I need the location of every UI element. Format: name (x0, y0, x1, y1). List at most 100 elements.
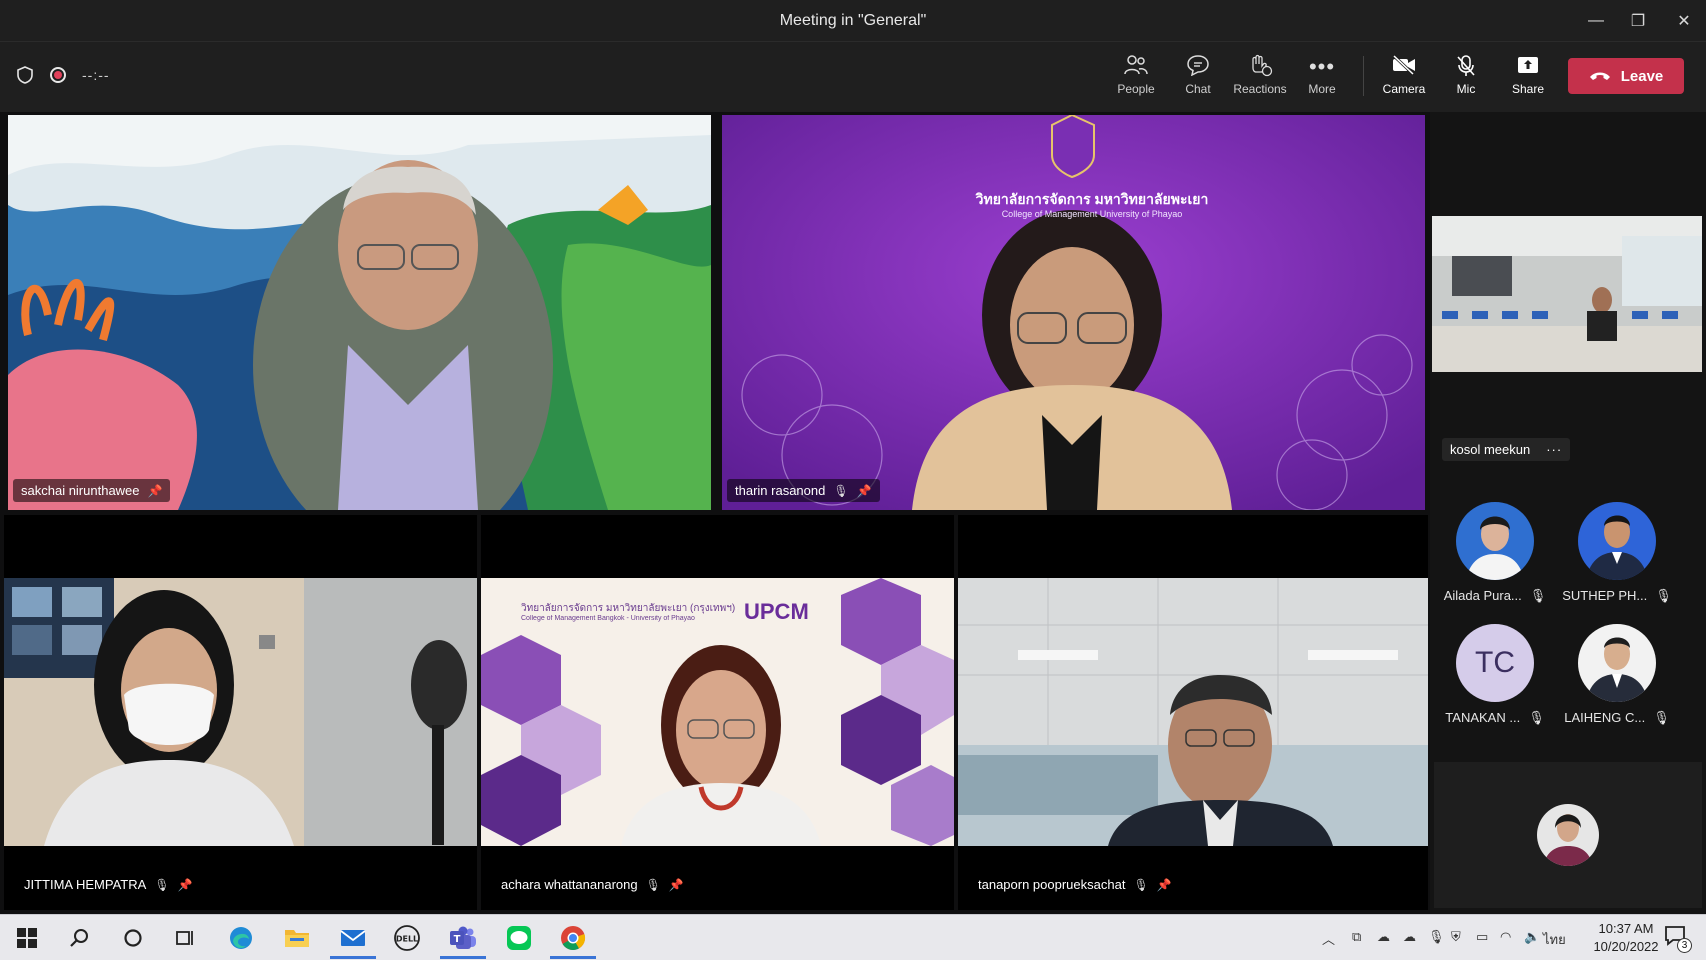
nameplate: sakchai nirunthawee 📌 (13, 479, 171, 502)
video-tile-achara[interactable]: วิทยาลัยการจัดการ มหาวิทยาลัยพะเยา (กรุง… (481, 515, 954, 910)
nameplate: kosol meekun ··· (1442, 438, 1571, 461)
pin-icon[interactable]: 📌 (857, 484, 872, 498)
reactions-button[interactable]: Reactions (1229, 54, 1291, 104)
participant-video (4, 515, 477, 910)
more-options-icon[interactable]: ··· (1546, 442, 1562, 457)
mic-muted-icon: 🎙 (833, 483, 849, 498)
chat-icon (1167, 54, 1229, 80)
mic-muted-icon: 🎙 (1528, 710, 1545, 725)
windows-taskbar: DELL T ︿ ⧉ ☁ ☁ 🎙 ⛨ ▭ ◠ 🔈 ไทย 10:37 AM 10 (0, 914, 1706, 960)
mic-muted-icon: 🎙 (1655, 588, 1672, 603)
phone-hangup-icon (1589, 72, 1610, 80)
pin-icon[interactable]: 📌 (1157, 878, 1172, 892)
roster-item[interactable]: LAIHENG C... 🎙 (1557, 624, 1677, 726)
chat-button[interactable]: Chat (1167, 54, 1229, 104)
roster-item[interactable]: Ailada Pura... 🎙 (1435, 502, 1555, 604)
banner-english-subtitle: College of Management Bangkok - Universi… (521, 615, 695, 622)
tray-meet-now-icon[interactable]: ⧉ (1352, 929, 1361, 945)
tray-overflow-icon[interactable]: ︿ (1322, 929, 1335, 948)
camera-off-icon (1373, 54, 1435, 80)
search-icon[interactable] (64, 923, 94, 953)
participant-video (958, 515, 1428, 910)
avatar (1456, 502, 1534, 580)
security-tray-icon[interactable]: ⛨ (1451, 929, 1461, 945)
line-app-icon[interactable] (504, 923, 534, 953)
share-button[interactable]: Share (1497, 54, 1559, 104)
banner-thai-title: วิทยาลัยการจัดการ มหาวิทยาลัยพะเยา (975, 191, 1209, 207)
task-view-icon[interactable] (170, 923, 200, 953)
onedrive-icon[interactable]: ☁ (1377, 929, 1390, 945)
camera-button[interactable]: Camera (1373, 54, 1435, 104)
share-tray-icon (1497, 54, 1559, 80)
participant-video (722, 115, 1425, 510)
shield-icon (17, 66, 33, 84)
reaction-hand-icon (1229, 54, 1291, 80)
mic-button[interactable]: Mic (1435, 54, 1497, 104)
chrome-icon[interactable] (550, 923, 596, 959)
participant-video (8, 115, 711, 510)
upcm-brand: UPCM (744, 599, 809, 624)
svg-text:DELL: DELL (396, 935, 418, 944)
restore-icon[interactable]: ❐ (1618, 6, 1658, 36)
roster-item[interactable]: SUTHEP PH... 🎙 (1557, 502, 1677, 604)
toolbar-divider (1363, 56, 1364, 96)
people-button[interactable]: People (1105, 54, 1167, 104)
mail-icon[interactable] (330, 923, 376, 959)
window-title: Meeting in "General" (779, 12, 927, 29)
participant-video (481, 515, 954, 910)
participant-video (1432, 216, 1702, 372)
cortana-icon[interactable] (118, 923, 148, 953)
battery-icon[interactable]: ▭ (1476, 929, 1488, 945)
more-dots-icon: ••• (1308, 54, 1336, 79)
video-tile-sakchai[interactable]: sakchai nirunthawee 📌 (8, 115, 711, 510)
banner-thai-title: วิทยาลัยการจัดการ มหาวิทยาลัยพะเยา (กรุง… (521, 603, 736, 614)
clock-time: 10:37 AM (1598, 921, 1654, 936)
pin-icon[interactable]: 📌 (178, 878, 193, 892)
minimize-icon[interactable]: — (1576, 6, 1616, 36)
volume-icon[interactable]: 🔈 (1524, 929, 1540, 945)
teams-icon[interactable]: T (440, 923, 486, 959)
leave-button[interactable]: Leave (1568, 58, 1684, 94)
roster-item[interactable]: TC TANAKAN ... 🎙 (1435, 624, 1555, 726)
windows-start-icon[interactable] (12, 923, 42, 953)
tray-cloud-icon[interactable]: ☁ (1403, 929, 1416, 945)
wifi-icon[interactable]: ◠ (1500, 929, 1511, 945)
more-button[interactable]: ••• More (1291, 54, 1353, 104)
input-language[interactable]: ไทย (1543, 929, 1566, 950)
pin-icon[interactable]: 📌 (148, 484, 163, 498)
notification-count: 3 (1677, 938, 1692, 953)
mic-muted-icon: 🎙 (1133, 877, 1149, 892)
video-tile-tharin[interactable]: วิทยาลัยการจัดการ มหาวิทยาลัยพะเยา Colle… (722, 115, 1425, 510)
avatar (1537, 804, 1599, 866)
video-tile-jittima[interactable]: JITTIMA HEMPATRA 🎙 📌 (4, 515, 477, 910)
close-icon[interactable]: ✕ (1664, 6, 1704, 36)
dell-icon[interactable]: DELL (392, 923, 422, 953)
mic-muted-icon: 🎙 (1653, 710, 1670, 725)
file-explorer-icon[interactable] (282, 923, 312, 953)
pin-icon[interactable]: 📌 (669, 878, 684, 892)
avatar (1578, 624, 1656, 702)
clock[interactable]: 10:37 AM 10/20/2022 (1584, 920, 1668, 956)
meeting-status: --:-- (16, 66, 110, 84)
video-tile-tanaporn[interactable]: tanaporn pooprueksachat 🎙 📌 (958, 515, 1428, 910)
self-view-tile[interactable] (1434, 762, 1702, 908)
video-tile-kosol[interactable] (1432, 216, 1702, 372)
svg-text:T: T (454, 934, 461, 945)
nameplate: tharin rasanond 🎙 📌 (727, 479, 880, 502)
nameplate: tanaporn pooprueksachat 🎙 📌 (978, 877, 1172, 892)
avatar-initials: TC (1456, 624, 1534, 702)
edge-browser-icon[interactable] (226, 923, 256, 953)
mic-tray-icon[interactable]: 🎙 (1428, 929, 1445, 945)
mic-muted-icon: 🎙 (1529, 588, 1547, 603)
nameplate: achara whattananarong 🎙 📌 (501, 877, 684, 892)
notification-center-icon[interactable]: 3 (1660, 921, 1692, 953)
clock-date: 10/20/2022 (1593, 939, 1659, 954)
mic-muted-icon: 🎙 (154, 877, 170, 892)
people-icon (1105, 54, 1167, 80)
mic-muted-icon: 🎙 (645, 877, 661, 892)
nameplate: JITTIMA HEMPATRA 🎙 📌 (24, 877, 193, 892)
title-bar: Meeting in "General" — ❐ ✕ (0, 0, 1706, 42)
teams-meeting-window: Meeting in "General" — ❐ ✕ --:-- People … (0, 0, 1706, 914)
meeting-timer: --:-- (82, 67, 110, 83)
mic-off-icon (1435, 54, 1497, 80)
